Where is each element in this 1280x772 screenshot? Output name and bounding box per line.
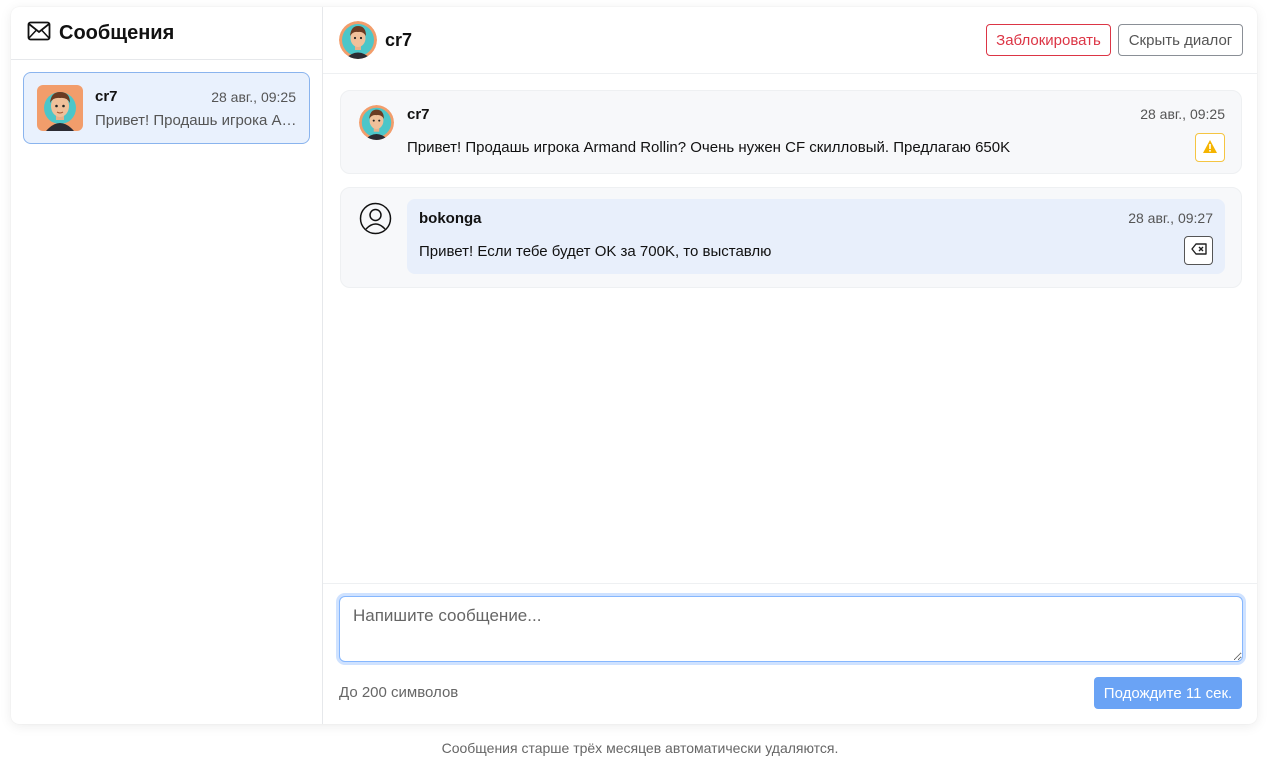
message-author: bokonga [419,210,482,227]
message-composer: До 200 символов Подождите 11 сек. [323,583,1257,724]
report-button[interactable] [1195,133,1225,162]
hide-dialog-button[interactable]: Скрыть диалог [1118,24,1243,56]
message-item: bokonga 28 авг., 09:27 Привет! Если тебе… [340,187,1242,288]
message-input[interactable] [339,596,1243,662]
send-button[interactable]: Подождите 11 сек. [1094,677,1242,709]
conversation-item[interactable]: cr7 28 авг., 09:25 Привет! Продашь игрок… [23,72,310,144]
conversation-time: 28 авг., 09:25 [211,89,296,105]
chat-header: cr7 Заблокировать Скрыть диалог [323,7,1257,74]
chat-panel: cr7 Заблокировать Скрыть диалог cr7 28 а [323,7,1257,724]
message-text: Привет! Если тебе будет OK за 700K, то в… [419,243,772,260]
user-icon [359,202,392,235]
sidebar: Сообщения cr7 28 авг., 09:25 Привет! Про [11,7,323,724]
envelope-icon [27,21,51,46]
avatar [339,21,377,59]
own-message-bubble: bokonga 28 авг., 09:27 Привет! Если тебе… [407,199,1225,274]
retention-note: Сообщения старше трёх месяцев автоматиче… [441,740,839,756]
avatar [37,85,83,131]
message-author: cr7 [407,106,430,123]
conversation-name: cr7 [95,88,118,105]
sidebar-title: Сообщения [59,21,175,44]
chat-partner-name: cr7 [385,30,413,50]
delete-icon [1190,243,1207,258]
block-button[interactable]: Заблокировать [986,24,1111,56]
conversation-preview: Привет! Продашь игрока Armand Rollin? Оч… [95,112,299,129]
delete-message-button[interactable] [1184,236,1213,265]
avatar [359,105,394,140]
message-text: Привет! Продашь игрока Armand Rollin? Оч… [407,139,1011,156]
message-time: 28 авг., 09:25 [1140,106,1225,122]
message-time: 28 авг., 09:27 [1128,210,1213,226]
sidebar-header: Сообщения [11,7,322,60]
messages-card: Сообщения cr7 28 авг., 09:25 Привет! Про [11,7,1257,724]
warning-icon [1202,139,1218,157]
message-item: cr7 28 авг., 09:25 Привет! Продашь игрок… [340,90,1242,174]
char-limit-hint: До 200 символов [339,684,459,701]
